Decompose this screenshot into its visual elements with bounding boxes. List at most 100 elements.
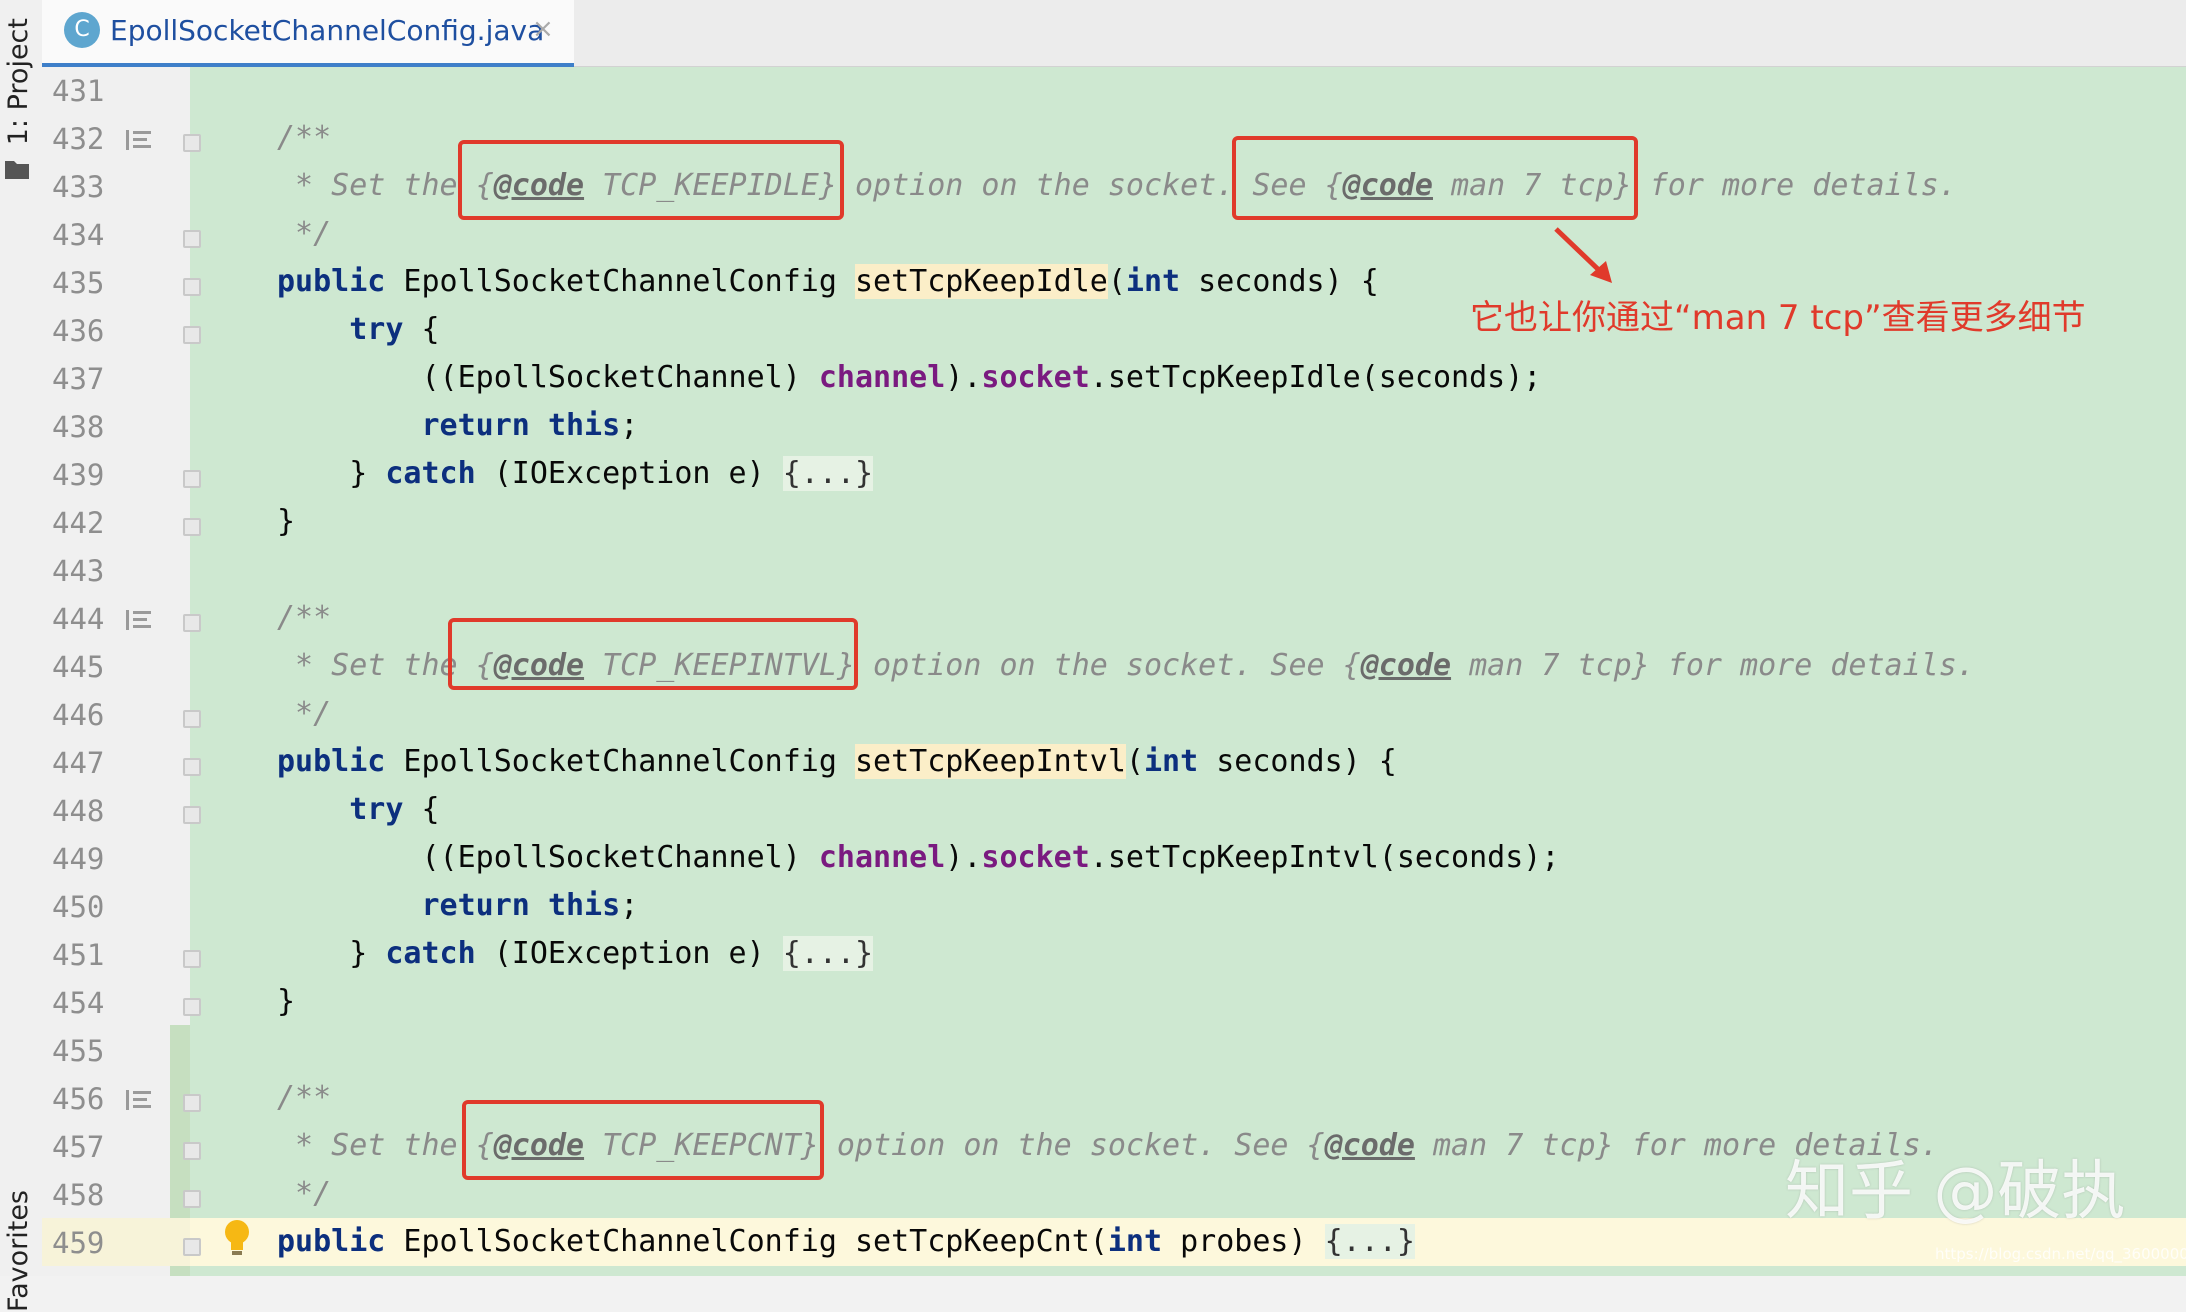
code-token: { xyxy=(403,312,440,347)
lightbulb-icon[interactable] xyxy=(222,1218,252,1260)
line-number: 459 xyxy=(52,1226,105,1260)
code-token: seconds) { xyxy=(1198,744,1397,779)
rendered-doc-toggle-icon[interactable] xyxy=(125,608,153,632)
line-number: 449 xyxy=(52,842,105,876)
highlight-box-man7tcp xyxy=(1232,136,1638,220)
fold-marker-icon[interactable] xyxy=(183,1142,201,1160)
code-token: * Set the xyxy=(277,1128,476,1163)
tool-window-strip: 1: Project Favorites xyxy=(0,0,43,1312)
fold-marker-icon[interactable] xyxy=(183,1190,201,1208)
highlight-box-keepcnt xyxy=(462,1100,824,1180)
code-line: try { xyxy=(277,792,439,827)
fold-marker-icon[interactable] xyxy=(183,998,201,1016)
keyword-token: catch xyxy=(385,936,476,971)
fold-marker-icon[interactable] xyxy=(183,326,201,344)
code-line: ((EpollSocketChannel) channel).socket.se… xyxy=(277,840,1559,875)
fold-marker-icon[interactable] xyxy=(183,1238,201,1256)
arrow-icon xyxy=(1554,227,1612,283)
code-token: */ xyxy=(277,1176,332,1211)
fold-marker-icon[interactable] xyxy=(183,470,201,488)
keyword-token: int xyxy=(1107,1224,1163,1259)
fold-marker-icon[interactable] xyxy=(183,230,201,248)
code-line: return this; xyxy=(277,888,639,923)
code-token: ( xyxy=(1125,744,1144,779)
editor-tab-bar: C EpollSocketChannelConfig.java × xyxy=(42,0,2186,67)
line-number: 450 xyxy=(52,890,105,924)
code-token: (IOException e) xyxy=(475,936,783,971)
fold-marker-icon[interactable] xyxy=(183,950,201,968)
code-line: public EpollSocketChannelConfig setTcpKe… xyxy=(277,264,1379,299)
line-number: 446 xyxy=(52,698,105,732)
code-token: /** xyxy=(277,1080,332,1115)
keyword-token: int xyxy=(1125,264,1181,299)
keyword-token: int xyxy=(1143,744,1199,779)
java-class-icon: C xyxy=(64,12,100,48)
line-number: 457 xyxy=(52,1130,105,1164)
code-token: man 7 tcp} xyxy=(1414,1128,1614,1163)
code-line: return this; xyxy=(277,408,639,443)
rendered-doc-toggle-icon[interactable] xyxy=(125,128,153,152)
line-number: 456 xyxy=(52,1082,105,1116)
code-token: ). xyxy=(945,840,982,875)
line-number: 433 xyxy=(52,170,105,204)
close-tab-icon[interactable]: × xyxy=(532,14,554,44)
code-line: } xyxy=(277,984,295,1019)
favorites-tool-tab[interactable]: Favorites xyxy=(3,1190,34,1312)
code-line: /** xyxy=(277,600,331,635)
line-number: 443 xyxy=(52,554,105,588)
keyword-token: return xyxy=(421,408,530,443)
code-token: for more details. xyxy=(1649,648,1975,683)
rendered-doc-toggle-icon[interactable] xyxy=(125,1088,153,1112)
code-token: ((EpollSocketChannel) xyxy=(277,360,819,395)
keyword-token: catch xyxy=(385,456,476,491)
folded-block-token[interactable]: {...} xyxy=(782,456,874,491)
code-line: /** xyxy=(277,120,331,155)
highlight-box-keepintvl xyxy=(448,618,858,690)
code-token: } xyxy=(277,936,386,971)
fold-marker-icon[interactable] xyxy=(183,710,201,728)
watermark: 知乎 @破执 xyxy=(1785,1155,2126,1229)
fold-marker-icon[interactable] xyxy=(183,758,201,776)
code-line: public EpollSocketChannelConfig setTcpKe… xyxy=(277,1224,1415,1259)
keyword-token: public xyxy=(277,744,386,779)
project-tool-tab[interactable]: 1: Project xyxy=(3,18,34,145)
folded-block-token[interactable]: {...} xyxy=(1324,1224,1415,1259)
folder-icon xyxy=(5,161,29,179)
line-number: 451 xyxy=(52,938,105,972)
keyword-token: this xyxy=(547,408,621,443)
line-number: 432 xyxy=(52,122,105,156)
code-token: * Set the xyxy=(277,648,476,683)
fold-marker-icon[interactable] xyxy=(183,806,201,824)
field-token: channel xyxy=(818,360,946,395)
watermark-url: https://blog.csdn.net/qq_36000000 xyxy=(1935,1245,2186,1263)
fold-marker-icon[interactable] xyxy=(183,1094,201,1112)
code-line: */ xyxy=(277,1176,331,1211)
code-token: } xyxy=(277,984,296,1019)
code-line: } catch (IOException e) {...} xyxy=(277,456,874,491)
line-number: 447 xyxy=(52,746,105,780)
keyword-token: try xyxy=(349,792,404,827)
code-token: EpollSocketChannelConfig setTcpKeepCnt( xyxy=(385,1224,1108,1259)
line-number: 444 xyxy=(52,602,105,636)
code-token: /** xyxy=(277,120,332,155)
fold-marker-icon[interactable] xyxy=(183,278,201,296)
fold-marker-icon[interactable] xyxy=(183,614,201,632)
folded-block-token[interactable]: {...} xyxy=(782,936,874,971)
code-token: ; xyxy=(620,888,639,923)
keyword-token: this xyxy=(547,888,621,923)
code-token: man 7 tcp} xyxy=(1451,648,1650,683)
code-token: EpollSocketChannelConfig xyxy=(385,264,855,299)
code-line: */ xyxy=(277,216,331,251)
code-token: .setTcpKeepIntvl(seconds); xyxy=(1089,840,1560,875)
annotation-note: 它也让你通过“man 7 tcp”查看更多细节 xyxy=(1470,298,2086,338)
fold-marker-icon[interactable] xyxy=(183,134,201,152)
field-token: socket xyxy=(981,360,1090,395)
line-number: 435 xyxy=(52,266,105,300)
fold-marker-icon[interactable] xyxy=(183,518,201,536)
editor-tab[interactable]: C EpollSocketChannelConfig.java × xyxy=(42,0,574,67)
line-number: 431 xyxy=(52,74,105,108)
